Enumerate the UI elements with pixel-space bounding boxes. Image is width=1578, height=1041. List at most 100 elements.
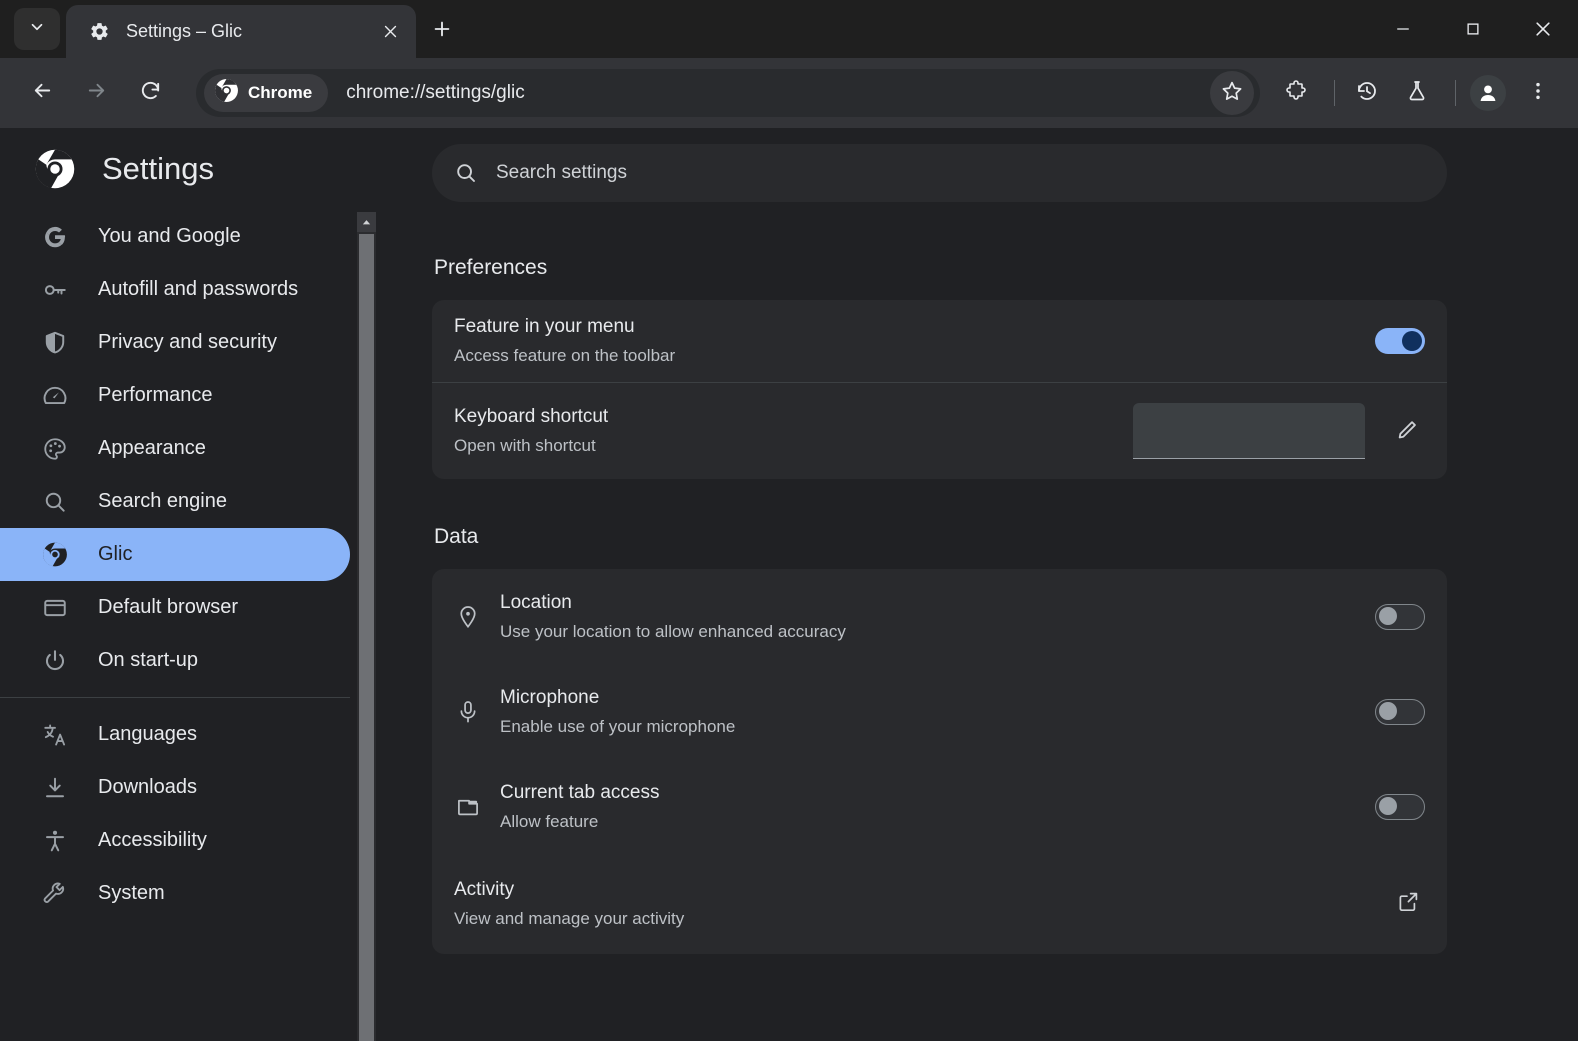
back-button[interactable] [20,71,64,115]
sidebar-item-system[interactable]: System [0,867,350,920]
speedometer-icon [42,383,68,409]
history-clock-icon [1355,79,1379,108]
scrollbar-thumb[interactable] [359,234,374,1041]
sidebar-item-label: Appearance [98,437,206,460]
row-feature-in-your-menu[interactable]: Feature in your menu Access feature on t… [432,300,1447,382]
sidebar-item-label: On start-up [98,649,198,672]
window-controls [1368,0,1578,58]
search-icon [454,161,478,185]
scroll-up-button[interactable] [357,212,376,232]
url-text[interactable]: chrome://settings/glic [346,82,1210,104]
open-activity-button[interactable] [1391,887,1425,921]
row-title: Location [500,592,1375,614]
preferences-heading: Preferences [434,256,1447,280]
sidebar-item-privacy-and-security[interactable]: Privacy and security [0,316,350,369]
download-icon [42,775,68,801]
power-icon [42,648,68,674]
back-arrow-icon [31,79,54,107]
keyboard-shortcut-input[interactable] [1133,403,1365,459]
settings-sidebar: You and Google Autofill and passwords Pr… [0,210,358,1041]
minimize-button[interactable] [1368,0,1438,58]
close-window-button[interactable] [1508,0,1578,58]
tab-title: Settings – Glic [126,21,376,42]
edit-shortcut-button[interactable] [1391,414,1425,448]
search-settings-input[interactable]: Search settings [432,144,1447,202]
row-text: Current tab access Allow feature [500,782,1375,832]
row-current-tab-access[interactable]: Current tab access Allow feature [432,759,1447,854]
chrome-logo-icon [214,78,239,108]
search-placeholder: Search settings [496,162,627,184]
new-tab-button[interactable] [424,13,460,49]
chrome-logo-icon [42,542,68,568]
preferences-card: Feature in your menu Access feature on t… [432,300,1447,479]
sidebar-item-accessibility[interactable]: Accessibility [0,814,350,867]
forward-arrow-icon [85,79,108,107]
microphone-toggle[interactable] [1375,699,1425,725]
sidebar-item-label: Glic [98,543,132,566]
sidebar-item-languages[interactable]: Languages [0,708,350,761]
sidebar-item-performance[interactable]: Performance [0,369,350,422]
row-activity[interactable]: Activity View and manage your activity [432,854,1447,954]
bookmark-button[interactable] [1210,71,1254,115]
row-subtitle: View and manage your activity [454,909,1391,929]
forward-button[interactable] [74,71,118,115]
browser-tab[interactable]: Settings – Glic [66,5,416,58]
tab-strip: Settings – Glic [0,0,1578,58]
sidebar-item-autofill-and-passwords[interactable]: Autofill and passwords [0,263,350,316]
reload-button[interactable] [128,71,172,115]
row-title: Microphone [500,687,1375,709]
sidebar-scrollbar[interactable] [357,212,376,1041]
sidebar-item-label: Performance [98,384,213,407]
star-icon [1220,79,1244,108]
browser-toolbar: Chrome chrome://settings/glic [0,58,1578,128]
extensions-button[interactable] [1274,71,1318,115]
sidebar-item-label: Default browser [98,596,238,619]
sidebar-item-glic[interactable]: Glic [0,528,350,581]
row-subtitle: Open with shortcut [454,436,1133,456]
sidebar-item-appearance[interactable]: Appearance [0,422,350,475]
row-microphone[interactable]: Microphone Enable use of your microphone [432,664,1447,759]
gear-icon [88,21,110,43]
external-link-icon [1396,890,1420,919]
row-keyboard-shortcut[interactable]: Keyboard shortcut Open with shortcut [432,383,1447,479]
current-tab-access-toggle[interactable] [1375,794,1425,820]
row-subtitle: Allow feature [500,812,1375,832]
close-tab-button[interactable] [376,18,404,46]
profile-button[interactable] [1466,71,1510,115]
browser-tab-icon [454,793,482,821]
sidebar-item-search-engine[interactable]: Search engine [0,475,350,528]
row-text: Microphone Enable use of your microphone [500,687,1375,737]
sidebar-divider [0,697,350,698]
browser-window-icon [42,595,68,621]
sidebar-item-downloads[interactable]: Downloads [0,761,350,814]
maximize-button[interactable] [1438,0,1508,58]
row-title: Keyboard shortcut [454,406,1133,428]
search-icon [42,489,68,515]
location-toggle[interactable] [1375,604,1425,630]
sidebar-item-label: You and Google [98,225,241,248]
row-subtitle: Access feature on the toolbar [454,346,1375,366]
sidebar-item-default-browser[interactable]: Default browser [0,581,350,634]
row-location[interactable]: Location Use your location to allow enha… [432,569,1447,664]
sidebar-item-you-and-google[interactable]: You and Google [0,210,350,263]
tab-search-button[interactable] [14,8,60,50]
sidebar-item-label: Downloads [98,776,197,799]
puzzle-piece-icon [1284,79,1308,108]
sidebar-item-on-start-up[interactable]: On start-up [0,634,350,687]
pencil-icon [1396,416,1421,446]
plus-icon [431,18,453,45]
experiments-button[interactable] [1395,71,1439,115]
chrome-origin-chip[interactable]: Chrome [204,74,328,112]
address-bar[interactable]: Chrome chrome://settings/glic [196,69,1260,117]
history-button[interactable] [1345,71,1389,115]
palette-icon [42,436,68,462]
translate-icon [42,722,68,748]
toolbar-divider-2 [1455,80,1456,106]
row-title: Activity [454,879,1391,901]
chrome-menu-button[interactable] [1516,71,1560,115]
data-card: Location Use your location to allow enha… [432,569,1447,954]
row-text: Activity View and manage your activity [454,879,1391,929]
chevron-down-icon [28,18,46,41]
feature-in-menu-toggle[interactable] [1375,328,1425,354]
row-subtitle: Use your location to allow enhanced accu… [500,622,1375,642]
